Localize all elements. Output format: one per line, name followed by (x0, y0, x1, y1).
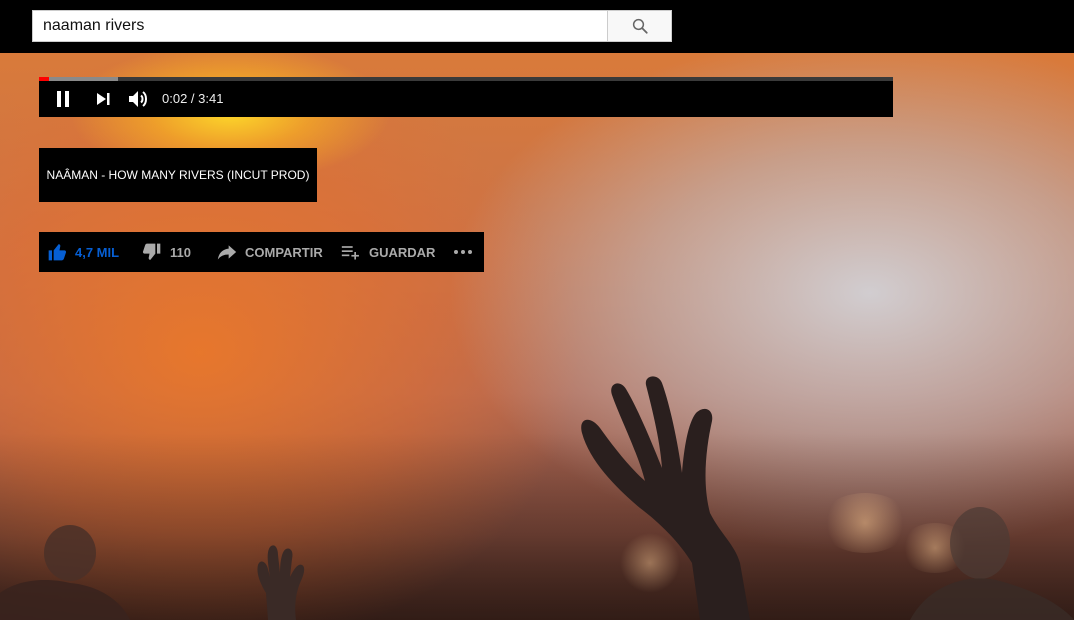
next-button[interactable] (93, 89, 113, 109)
search-icon (632, 18, 648, 34)
crowd-silhouette-right-image (910, 507, 1074, 620)
volume-button[interactable] (127, 89, 151, 109)
more-horizontal-icon (454, 250, 472, 254)
progress-bar[interactable] (39, 77, 893, 81)
thumbs-down-icon (142, 243, 161, 260)
dislike-button[interactable]: 110 (142, 232, 191, 272)
playlist-add-icon (341, 246, 359, 260)
next-icon (97, 93, 110, 105)
small-hand-image (257, 545, 305, 620)
video-actions-bar: 4,7 MIL 110 COMPARTIR GUARDAR (39, 232, 484, 272)
top-bar (0, 0, 1074, 53)
pause-icon (57, 91, 69, 107)
share-label: COMPARTIR (245, 244, 323, 260)
background-image (0, 53, 1074, 620)
progress-buffered (39, 77, 118, 81)
video-title-box: NAÂMAN - HOW MANY RIVERS (INCUT PROD) (39, 148, 317, 202)
search-box (32, 10, 672, 42)
dislike-count: 110 (170, 244, 191, 260)
time-display: 0:02 / 3:41 (162, 91, 224, 106)
share-button[interactable]: COMPARTIR (217, 232, 323, 272)
progress-played (39, 77, 49, 81)
more-actions-button[interactable] (453, 232, 473, 272)
search-button[interactable] (607, 10, 672, 42)
volume-icon (129, 91, 147, 107)
like-button[interactable]: 4,7 MIL (47, 232, 119, 272)
share-arrow-icon (217, 245, 237, 260)
like-count: 4,7 MIL (75, 244, 120, 260)
video-title: NAÂMAN - HOW MANY RIVERS (INCUT PROD) (46, 168, 310, 182)
crowd-silhouette-image (0, 525, 130, 620)
video-player-controls: 0:02 / 3:41 (39, 77, 893, 117)
pause-button[interactable] (53, 89, 73, 109)
search-input[interactable] (32, 10, 607, 42)
save-label: GUARDAR (369, 244, 436, 260)
thumbs-up-icon (48, 244, 67, 261)
save-button[interactable]: GUARDAR (341, 232, 435, 272)
raised-hand-image (581, 376, 750, 620)
